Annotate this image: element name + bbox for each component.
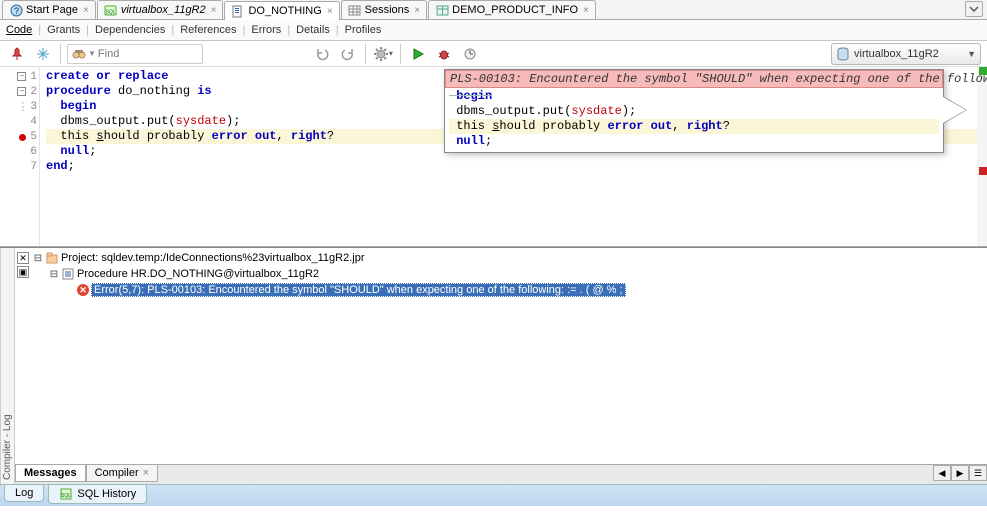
tab-label: DO_NOTHING [248,5,321,17]
subtab-grants[interactable]: Grants [47,24,80,37]
connection-label: virtualbox_11gR2 [854,48,963,60]
panel-side-label[interactable]: Compiler - Log [0,248,14,484]
undo-icon [315,47,329,61]
error-tooltip-body: begin dbms_output.put(sysdate); this sho… [445,88,943,152]
subtab-details[interactable]: Details [296,24,330,37]
tree-error-label: Error(5,7): PLS-00103: Encountered the s… [91,283,626,297]
tree-label: Project: sqldev.temp:/IdeConnections%23v… [61,252,364,264]
close-panel-button[interactable]: ✕ [17,252,29,264]
bottom-dock-tabs: Log SQL SQL History [0,484,987,506]
tree-procedure-row[interactable]: ⊟ Procedure HR.DO_NOTHING@virtualbox_11g… [33,266,985,282]
chevron-down-icon: ▼ [967,49,976,59]
clock-icon [463,47,477,61]
tab-start-page[interactable]: ? Start Page × [2,0,96,19]
panel-nav-prev[interactable]: ◀ [933,465,951,481]
compiler-log-panel: Compiler - Log ✕ ▣ ⊟ Project: sqldev.tem… [0,247,987,484]
error-tooltip-header: PLS-00103: Encountered the symbol "SHOUL… [445,70,943,88]
tree-project-row[interactable]: ⊟ Project: sqldev.temp:/IdeConnections%2… [33,250,985,266]
subtab-errors[interactable]: Errors [251,24,281,37]
binoculars-icon [72,47,86,61]
tooltip-pointer-icon [943,96,967,124]
error-icon: ✕ [77,284,89,296]
subtab-dependencies[interactable]: Dependencies [95,24,165,37]
tab-label: DEMO_PRODUCT_INFO [452,4,578,16]
close-icon[interactable]: × [83,5,89,16]
panel-tab-messages[interactable]: Messages [15,465,86,482]
close-icon[interactable]: × [583,5,589,16]
help-circle-icon: ? [9,3,23,17]
svg-text:SQL: SQL [106,9,116,15]
pin-icon [10,47,24,61]
document-tab-bar: ? Start Page × SQL virtualbox_11gR2 × DO… [0,0,987,20]
grid-icon [348,3,362,17]
fold-icon[interactable]: − [17,87,26,96]
tree-collapse-icon[interactable]: ⊟ [49,269,59,280]
tab-list-button[interactable] [965,1,983,17]
tab-do-nothing[interactable]: DO_NOTHING × [224,1,339,20]
tree-label: Procedure HR.DO_NOTHING@virtualbox_11gR2 [77,268,319,280]
tab-sessions[interactable]: Sessions × [341,0,427,19]
freeze-button[interactable] [32,43,54,65]
tab-demo-product[interactable]: DEMO_PRODUCT_INFO × [428,0,596,19]
subtab-profiles[interactable]: Profiles [345,24,382,37]
subtab-references[interactable]: References [180,24,236,37]
chevron-down-icon [969,4,979,14]
svg-text:SQL: SQL [61,493,71,499]
bottom-tab-log[interactable]: Log [4,485,44,502]
compiler-tree[interactable]: ✕ ▣ ⊟ Project: sqldev.temp:/IdeConnectio… [15,248,987,464]
sql-worksheet-icon: SQL [104,3,118,17]
code-editor[interactable]: −1−2⋮34567 create or replaceprocedure do… [0,67,987,247]
overview-ruler[interactable] [977,67,987,246]
svg-text:?: ? [13,6,18,16]
connection-combo[interactable]: virtualbox_11gR2 ▼ [831,43,981,65]
play-icon [412,48,424,60]
tab-label: Sessions [365,4,410,16]
redo-icon [341,47,355,61]
snowflake-icon [36,47,50,61]
bottom-tab-sqlhistory[interactable]: SQL SQL History [48,485,147,504]
procedure-icon [61,267,75,281]
sql-history-icon: SQL [59,487,73,501]
pin-panel-button[interactable]: ▣ [17,266,29,278]
procedure-icon [231,4,245,18]
code-line[interactable]: end; [46,159,977,174]
undo-button[interactable] [311,43,333,65]
find-field[interactable]: ▼ [67,44,203,64]
table-icon [435,3,449,17]
panel-nav-menu[interactable]: ☰ [969,465,987,481]
tree-collapse-icon[interactable]: ⊟ [33,253,43,264]
object-view-tabs: Code| Grants| Dependencies| References| … [0,20,987,41]
tab-label: Start Page [26,4,78,16]
gutter-error-icon[interactable] [19,134,26,141]
fold-icon[interactable]: − [17,72,26,81]
close-icon[interactable]: × [327,6,333,17]
editor-toolbar: ▼ ▾ virtualbox_11gR2 ▼ [0,41,987,67]
profile-button[interactable] [459,43,481,65]
panel-gutter: ✕ ▣ [17,250,31,462]
project-icon [45,251,59,265]
tab-virtualbox[interactable]: SQL virtualbox_11gR2 × [97,0,224,19]
panel-nav-next[interactable]: ▶ [951,465,969,481]
redo-button[interactable] [337,43,359,65]
tab-label: virtualbox_11gR2 [121,4,206,16]
close-icon[interactable]: × [211,5,217,16]
tree-error-row[interactable]: ✕ Error(5,7): PLS-00103: Encountered the… [33,282,985,298]
pin-button[interactable] [6,43,28,65]
compiler-panel-tabs: Messages Compiler× ◀ ▶ ☰ [15,464,987,484]
panel-tab-compiler[interactable]: Compiler× [86,465,158,482]
gear-icon [373,46,389,62]
bug-icon [437,47,451,61]
debug-button[interactable] [433,43,455,65]
find-input[interactable] [98,48,198,60]
run-button[interactable] [407,43,429,65]
line-number-gutter: −1−2⋮34567 [0,67,40,246]
compile-button[interactable]: ▾ [372,43,394,65]
close-icon[interactable]: × [143,467,149,479]
database-icon [836,47,850,61]
ruler-error-marker[interactable] [979,167,987,175]
subtab-code[interactable]: Code [6,24,32,37]
close-icon[interactable]: × [414,5,420,16]
error-tooltip: PLS-00103: Encountered the symbol "SHOUL… [444,69,944,153]
chevron-down-icon[interactable]: ▼ [88,49,96,58]
